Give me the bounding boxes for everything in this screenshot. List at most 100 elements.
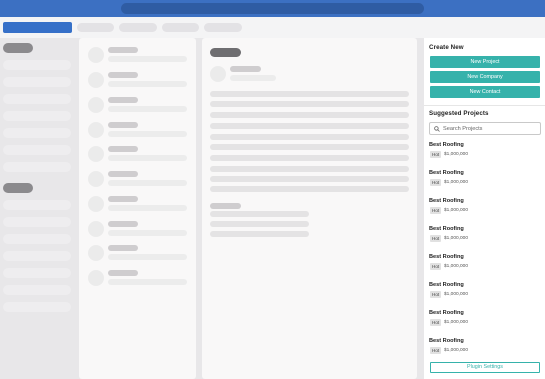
status-badge: Hot — [430, 291, 442, 298]
text-line-placeholder — [210, 91, 409, 97]
avatar-placeholder — [88, 270, 104, 286]
avatar-placeholder — [88, 122, 104, 138]
text-line-placeholder — [108, 205, 187, 211]
status-badge: Hot — [430, 319, 442, 326]
project-item[interactable]: Best Roofing Hot $1,000,000 — [429, 338, 541, 362]
tab-placeholder[interactable] — [77, 23, 114, 32]
text-line-placeholder — [108, 122, 138, 128]
project-amount: $1,000,000 — [444, 208, 469, 213]
avatar-placeholder — [88, 221, 104, 237]
status-badge: Hot — [430, 179, 442, 186]
text-line-placeholder — [108, 81, 187, 87]
create-new-title: Create New — [429, 44, 464, 51]
search-input[interactable] — [443, 125, 538, 132]
avatar-placeholder — [88, 171, 104, 187]
address-bar-placeholder[interactable] — [121, 3, 424, 14]
status-badge: Hot — [430, 207, 442, 214]
suggested-projects-title: Suggested Projects — [429, 110, 489, 117]
project-item[interactable]: Best Roofing Hot $1,000,000 — [429, 310, 541, 334]
text-line-placeholder — [230, 66, 261, 72]
avatar-placeholder — [88, 47, 104, 63]
project-amount: $1,000,000 — [444, 264, 469, 269]
project-name: Best Roofing — [429, 142, 464, 148]
list-panel — [79, 38, 196, 379]
plugin-settings-button[interactable]: Plugin Settings — [430, 362, 540, 373]
text-line-placeholder — [210, 211, 309, 217]
project-name: Best Roofing — [429, 170, 464, 176]
sidebar-item-placeholder[interactable] — [3, 162, 71, 172]
avatar-placeholder — [88, 146, 104, 162]
detail-panel — [202, 38, 417, 379]
status-badge: Hot — [430, 235, 442, 242]
tab-placeholder[interactable] — [162, 23, 199, 32]
text-line-placeholder — [108, 97, 138, 103]
project-item[interactable]: Best Roofing Hot $1,000,000 — [429, 282, 541, 306]
text-line-placeholder — [108, 106, 187, 112]
project-item[interactable]: Best Roofing Hot $1,000,000 — [429, 226, 541, 250]
project-item[interactable]: Best Roofing Hot $1,000,000 — [429, 142, 541, 166]
right-panel: Create New New Project New Company New C… — [424, 38, 545, 379]
sidebar-item-placeholder[interactable] — [3, 217, 71, 227]
tab-active-placeholder[interactable] — [3, 22, 72, 33]
project-item[interactable]: Best Roofing Hot $1,000,000 — [429, 198, 541, 222]
sidebar-item-placeholder[interactable] — [3, 234, 71, 244]
status-badge: Hot — [430, 347, 442, 354]
tab-placeholder[interactable] — [204, 23, 242, 32]
sidebar-item-placeholder[interactable] — [3, 94, 71, 104]
project-amount: $1,000,000 — [444, 152, 469, 157]
sidebar-item-placeholder[interactable] — [3, 111, 71, 121]
avatar-placeholder — [88, 72, 104, 88]
text-line-placeholder — [108, 72, 138, 78]
project-item[interactable]: Best Roofing Hot $1,000,000 — [429, 170, 541, 194]
status-badge: Hot — [430, 263, 442, 270]
project-name: Best Roofing — [429, 226, 464, 232]
project-name: Best Roofing — [429, 338, 464, 344]
project-amount: $1,000,000 — [444, 180, 469, 185]
project-item[interactable]: Best Roofing Hot $1,000,000 — [429, 254, 541, 278]
new-project-button[interactable]: New Project — [430, 56, 540, 68]
text-line-placeholder — [210, 166, 409, 172]
tab-placeholder[interactable] — [119, 23, 157, 32]
avatar-placeholder — [210, 66, 226, 82]
text-line-placeholder — [108, 180, 187, 186]
text-line-placeholder — [210, 101, 409, 107]
sidebar-item-placeholder[interactable] — [3, 77, 71, 87]
sidebar-item-placeholder[interactable] — [3, 128, 71, 138]
project-name: Best Roofing — [429, 254, 464, 260]
text-line-placeholder — [108, 279, 187, 285]
status-badge: Hot — [430, 151, 442, 158]
sidebar-item-placeholder[interactable] — [3, 60, 71, 70]
avatar-placeholder — [88, 196, 104, 212]
project-name: Best Roofing — [429, 310, 464, 316]
sidebar-item-placeholder[interactable] — [3, 145, 71, 155]
project-amount: $1,000,000 — [444, 236, 469, 241]
text-line-placeholder — [108, 146, 138, 152]
project-name: Best Roofing — [429, 198, 464, 204]
text-line-placeholder — [108, 171, 138, 177]
browser-top-bar — [0, 0, 545, 17]
sidebar-item-placeholder[interactable] — [3, 302, 71, 312]
project-amount: $1,000,000 — [444, 292, 469, 297]
sidebar-item-placeholder[interactable] — [3, 251, 71, 261]
new-company-button[interactable]: New Company — [430, 71, 540, 83]
sidebar-item-placeholder[interactable] — [3, 285, 71, 295]
text-line-placeholder — [210, 134, 409, 140]
text-line-placeholder — [108, 221, 138, 227]
search-box[interactable] — [429, 122, 541, 135]
search-icon — [434, 125, 440, 132]
text-line-placeholder — [108, 155, 187, 161]
project-name: Best Roofing — [429, 282, 464, 288]
text-line-placeholder — [108, 245, 138, 251]
project-amount: $1,000,000 — [444, 348, 469, 353]
section-divider — [424, 105, 545, 106]
sidebar-item-placeholder[interactable] — [3, 200, 71, 210]
avatar-placeholder — [88, 245, 104, 261]
text-line-placeholder — [210, 186, 409, 192]
text-line-placeholder — [108, 56, 187, 62]
text-line-placeholder — [108, 131, 187, 137]
text-line-placeholder — [210, 221, 309, 227]
text-line-placeholder — [108, 196, 138, 202]
text-line-placeholder — [210, 123, 409, 129]
new-contact-button[interactable]: New Contact — [430, 86, 540, 98]
sidebar-item-placeholder[interactable] — [3, 268, 71, 278]
